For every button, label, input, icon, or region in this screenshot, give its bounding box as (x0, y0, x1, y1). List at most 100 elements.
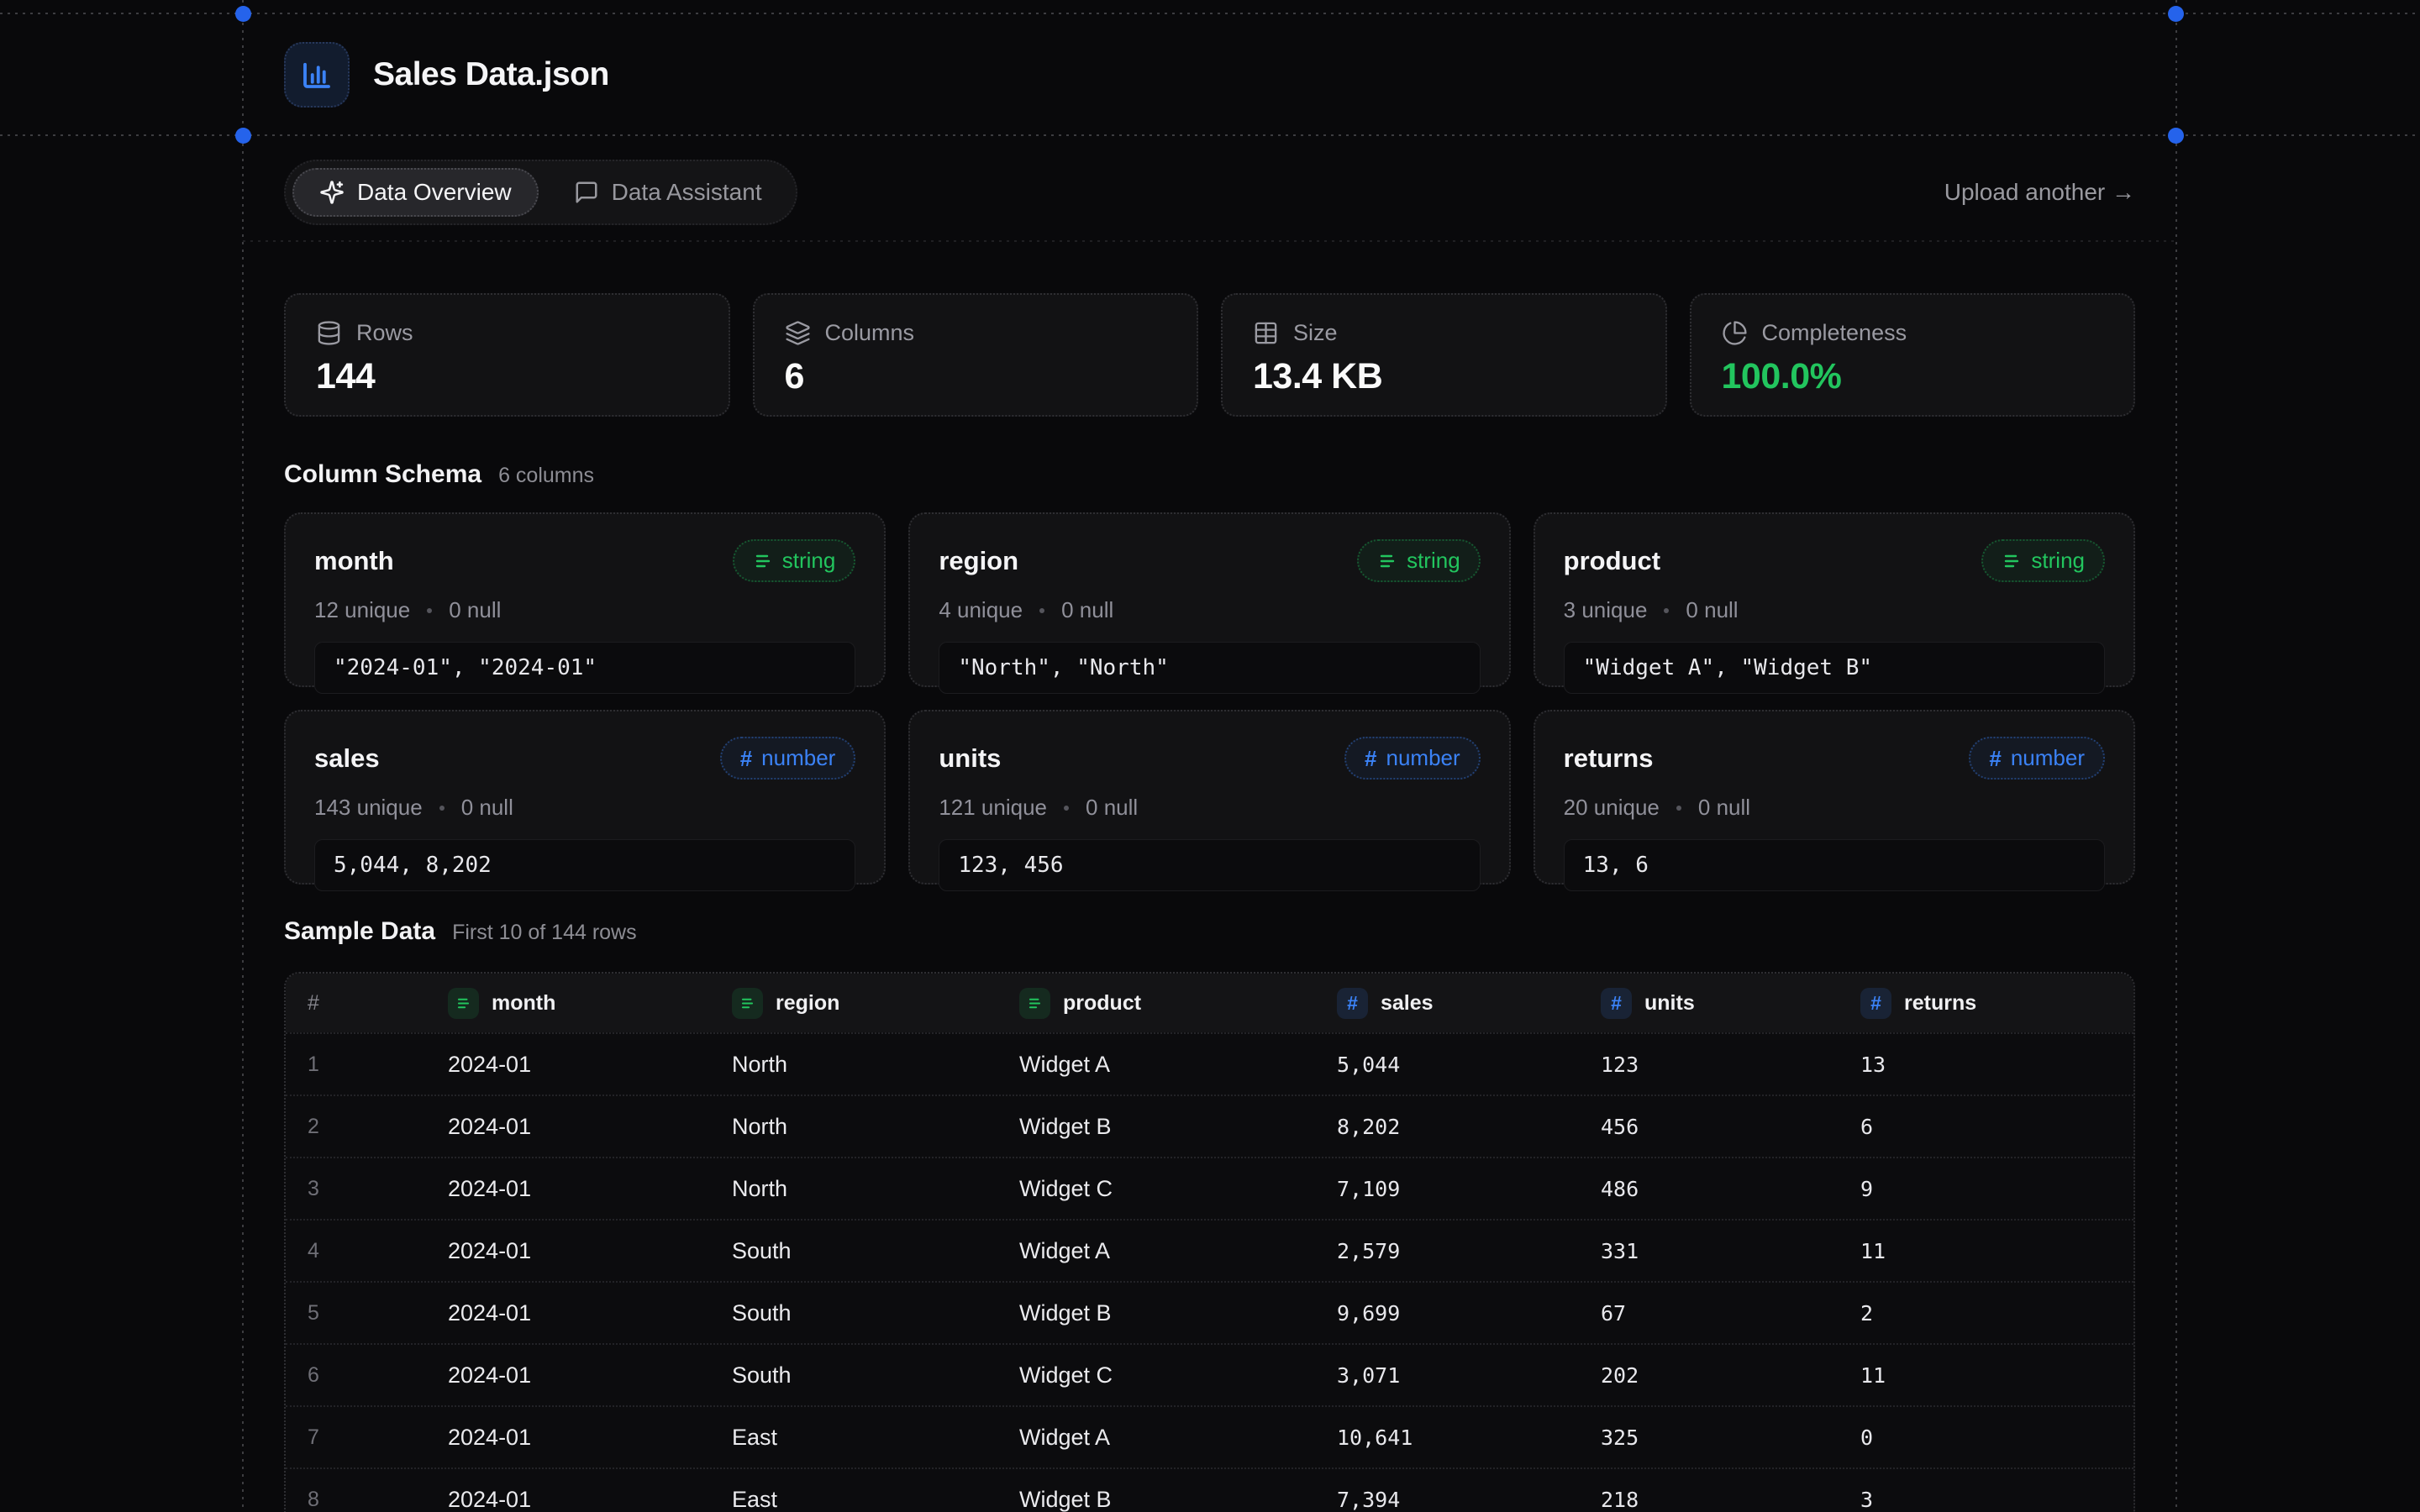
table-cell: 9 (1860, 1177, 2133, 1201)
schema-card-units: units # number 121 unique 0 null 123, 45… (908, 710, 1510, 885)
guide-line-right (2175, 0, 2177, 1512)
unique-count: 143 unique (314, 795, 423, 821)
column-header-label: product (1063, 991, 1141, 1016)
null-count: 0 null (1061, 597, 1113, 623)
row-index: 2 (308, 1115, 448, 1139)
sample-data-table: # month region product # (284, 972, 2135, 1512)
column-header-label: month (492, 991, 555, 1016)
text-lines-icon (448, 988, 479, 1019)
drag-handle-top-right[interactable] (2168, 6, 2184, 22)
section-title: Sample Data (284, 917, 435, 946)
table-cell: 2024-01 (448, 1362, 732, 1389)
type-badge-string: string (1357, 539, 1481, 582)
drag-handle-bottom-left[interactable] (235, 128, 251, 144)
table-cell: 67 (1601, 1301, 1860, 1326)
table-cell: 486 (1601, 1177, 1860, 1201)
stat-value: 100.0% (1722, 356, 2104, 397)
table-cell: 2024-01 (448, 1052, 732, 1078)
type-label: string (1407, 548, 1460, 574)
table-cell: 202 (1601, 1363, 1860, 1388)
tab-data-assistant[interactable]: Data Assistant (547, 168, 789, 217)
sample-values: 123, 456 (939, 839, 1480, 891)
null-count: 0 null (1686, 597, 1738, 623)
app-window: Sales Data.json Data Overview Data Assis… (0, 0, 2420, 1512)
file-header: Sales Data.json (284, 42, 609, 108)
upload-another-link[interactable]: Upload another → (1944, 179, 2135, 206)
table-cell: North (732, 1114, 1019, 1140)
sparkles-icon (319, 180, 345, 205)
table-cell: 7,109 (1337, 1177, 1601, 1201)
table-cell: 2024-01 (448, 1176, 732, 1202)
drag-handle-bottom-right[interactable] (2168, 128, 2184, 144)
hash-icon: # (1337, 988, 1368, 1019)
unique-count: 3 unique (1564, 597, 1648, 623)
type-label: number (761, 745, 835, 771)
tab-label: Data Assistant (612, 179, 762, 206)
schema-card-region: region string 4 unique 0 null "North", "… (908, 512, 1510, 687)
table-cell: Widget C (1019, 1362, 1337, 1389)
row-index: 7 (308, 1425, 448, 1450)
tab-data-overview[interactable]: Data Overview (292, 168, 539, 217)
stats-grid: Rows 144 Columns 6 Size 13.4 KB (284, 293, 2135, 417)
stat-label: Size (1293, 320, 1338, 346)
schema-card-product: product string 3 unique 0 null "Widget A… (1534, 512, 2135, 687)
table-cell: Widget A (1019, 1238, 1337, 1264)
stat-card-completeness: Completeness 100.0% (1690, 293, 2136, 417)
table-cell: 10,641 (1337, 1425, 1601, 1450)
sample-values: "North", "North" (939, 642, 1480, 694)
sample-values: "Widget A", "Widget B" (1564, 642, 2105, 694)
table-cell: East (732, 1425, 1019, 1451)
guide-line-header-bottom (0, 134, 2420, 136)
page-title: Sales Data.json (373, 56, 609, 93)
header-divider (243, 240, 2176, 242)
unique-count: 12 unique (314, 597, 410, 623)
guide-line-top (0, 13, 2420, 14)
bar-chart-icon (284, 42, 350, 108)
text-lines-icon (2002, 551, 2022, 571)
table-cell: 2024-01 (448, 1238, 732, 1264)
row-index: 1 (308, 1053, 448, 1077)
table-cell: Widget B (1019, 1487, 1337, 1512)
hash-icon: # (1601, 988, 1632, 1019)
table-cell: 11 (1860, 1363, 2133, 1388)
guide-line-left (242, 0, 244, 1512)
sample-values: "2024-01", "2024-01" (314, 642, 855, 694)
type-label: string (2031, 548, 2085, 574)
table-cell: East (732, 1487, 1019, 1512)
unique-count: 121 unique (939, 795, 1047, 821)
type-badge-string: string (1981, 539, 2105, 582)
dot-separator (1676, 806, 1681, 811)
column-name: region (939, 546, 1018, 576)
table-cell: 2024-01 (448, 1300, 732, 1326)
row-index: 5 (308, 1301, 448, 1326)
table-cell: 3 (1860, 1488, 2133, 1512)
table-cell: 2 (1860, 1301, 2133, 1326)
table-header-row: # month region product # (286, 974, 2133, 1032)
column-header-returns: # returns (1860, 988, 2133, 1019)
column-header-sales: # sales (1337, 988, 1601, 1019)
table-icon (1253, 320, 1279, 346)
table-cell: 456 (1601, 1115, 1860, 1139)
null-count: 0 null (449, 597, 501, 623)
table-cell: 218 (1601, 1488, 1860, 1512)
table-cell: 13 (1860, 1053, 2133, 1077)
table-cell: 0 (1860, 1425, 2133, 1450)
drag-handle-top-left[interactable] (235, 6, 251, 22)
table-cell: 5,044 (1337, 1053, 1601, 1077)
type-label: string (782, 548, 836, 574)
dot-separator (1039, 608, 1044, 613)
unique-count: 4 unique (939, 597, 1023, 623)
hash-icon: # (1989, 748, 2001, 769)
table-cell: Widget A (1019, 1425, 1337, 1451)
table-cell: Widget A (1019, 1052, 1337, 1078)
table-cell: North (732, 1052, 1019, 1078)
table-row: 42024-01SouthWidget A2,57933111 (286, 1219, 2133, 1281)
column-name: month (314, 546, 394, 576)
unique-count: 20 unique (1564, 795, 1660, 821)
column-name: product (1564, 546, 1660, 576)
tab-group: Data Overview Data Assistant (284, 160, 797, 225)
section-title: Column Schema (284, 460, 481, 489)
row-index: 4 (308, 1239, 448, 1263)
stat-label: Rows (356, 320, 413, 346)
stat-label: Completeness (1762, 320, 1907, 346)
